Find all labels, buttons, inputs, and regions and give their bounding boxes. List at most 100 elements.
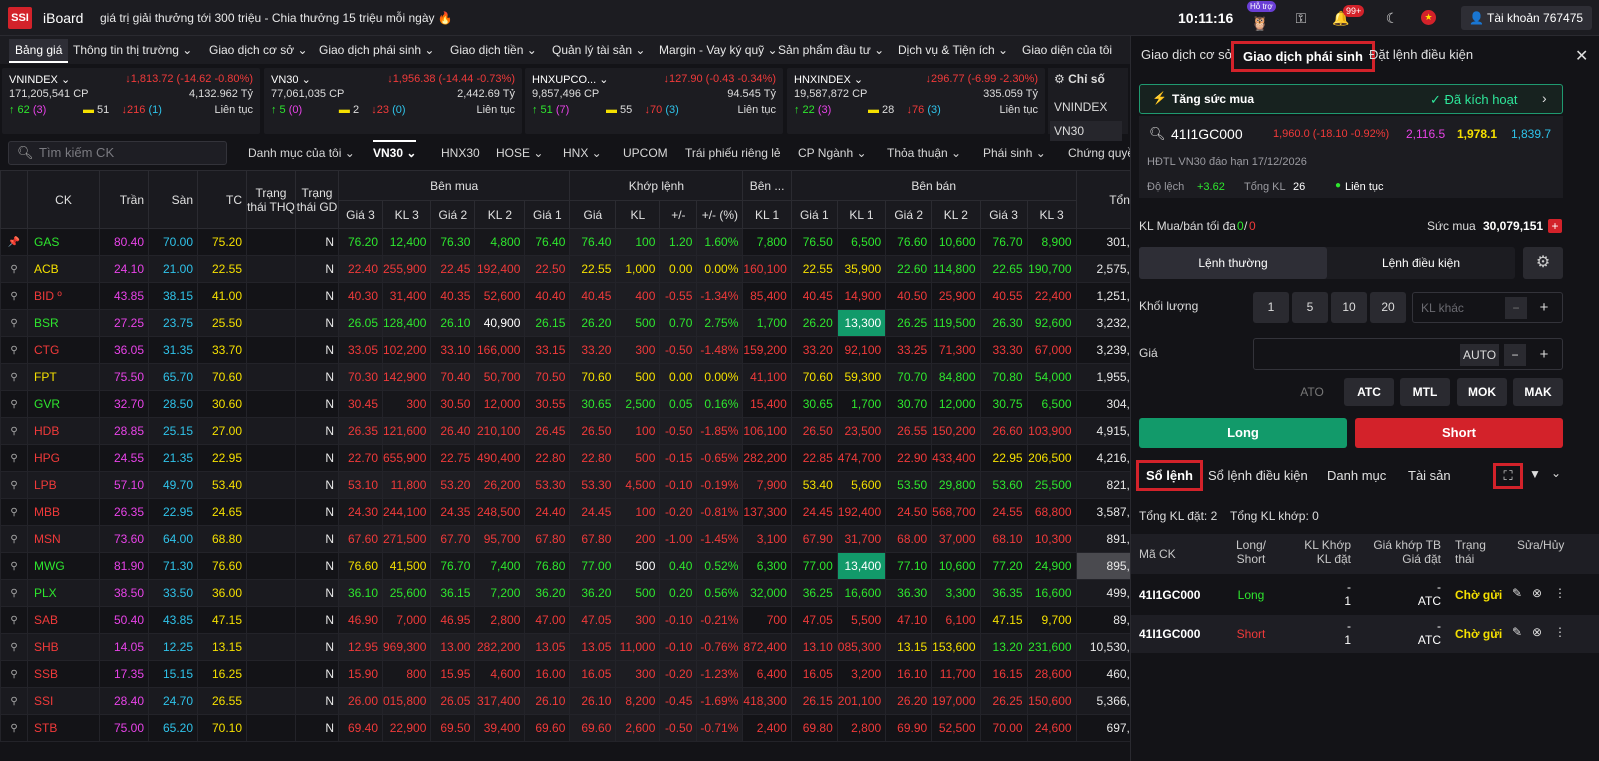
kl-other-input[interactable]: KL khác − + (1412, 292, 1563, 323)
col-san[interactable]: Sàn (148, 170, 198, 229)
tab-hnx30[interactable]: HNX30 (441, 146, 480, 160)
pin-icon[interactable]: ⚲ (0, 633, 28, 661)
cell-ck[interactable]: BID º (27, 282, 100, 310)
tab-danh-muc[interactable]: Danh mục (1327, 468, 1386, 483)
cell-ck[interactable]: SHB (27, 633, 100, 661)
menu-thong-tin-thi-truong[interactable]: Thông tin thị trường ⌄ (73, 43, 192, 57)
pin-icon[interactable]: ⚲ (0, 255, 28, 283)
index-card-hnxindex[interactable]: HNXINDEX ⌄ ↓296.77 (-6.99 -2.30%) 19,587,8… (787, 68, 1045, 134)
pin-icon[interactable]: ⚲ (0, 660, 28, 688)
table-row[interactable]: ⚲ GVR 32.70 28.50 30.60 N 30.45 300 30.50 12,000 3… (0, 390, 1142, 418)
tab-danh-muc-cua-toi[interactable]: Danh mục của tôi ⌄ (248, 146, 355, 160)
cell-ck[interactable]: FPT (27, 363, 100, 391)
expand-icon[interactable]: ⛶ (1493, 463, 1523, 489)
search-input[interactable]: 🔍︎ Tìm kiếm CK (8, 141, 227, 165)
type-mtl-button[interactable]: MTL (1400, 378, 1450, 406)
cell-ck[interactable]: SAB (27, 606, 100, 634)
menu-san-pham-dau-tu[interactable]: Sản phẩm đầu tư ⌄ (778, 43, 884, 57)
table-row[interactable]: ⚲ SSI 28.40 24.70 26.55 N 26.00 015,800 26.05 317… (0, 687, 1142, 715)
table-row[interactable]: ⚲ STB 75.00 65.20 70.10 N 69.40 22,900 69.50 39,4… (0, 714, 1142, 742)
cell-ck[interactable]: PLX (27, 579, 100, 607)
account-button[interactable]: 👤 Tài khoản 767475 (1461, 6, 1592, 30)
order-row[interactable]: 41I1GC000 Short -1 - ATC Chờ gửi ✎ ⊗ ⋮ (1131, 615, 1599, 653)
more-icon[interactable]: ⋮ (1554, 625, 1566, 639)
settings-button[interactable]: ⚙ (1523, 247, 1563, 279)
pin-icon[interactable]: ⚲ (0, 336, 28, 364)
table-row[interactable]: ⚲ FPT 75.50 65.70 70.60 N 70.30 142,900 70.40 50,… (0, 363, 1142, 391)
menu-giao-dich-co-so[interactable]: Giao dịch cơ sở ⌄ (209, 43, 308, 57)
tab-giao-dich-co-so[interactable]: Giao dịch cơ sở (1141, 47, 1233, 62)
table-row[interactable]: ⚲ ACB 24.10 21.00 22.55 N 22.40 255,900 22.45 192… (0, 255, 1142, 283)
long-button[interactable]: Long (1139, 418, 1347, 448)
chi-so-item-vn30[interactable]: VN30 (1050, 121, 1122, 141)
search-icon[interactable]: 🔍︎ (1149, 126, 1166, 142)
edit-icon[interactable]: ✎ (1512, 625, 1522, 639)
index-card-vn30[interactable]: VN30 ⌄ ↓1,956.38 (-14.44 -0.73%) 77,061,03… (264, 68, 522, 134)
tab-tai-san[interactable]: Tài sản (1408, 468, 1451, 483)
cell-ck[interactable]: HPG (27, 444, 100, 472)
edit-icon[interactable]: ✎ (1512, 586, 1522, 600)
pin-icon[interactable]: ⚲ (0, 417, 28, 445)
menu-bang-gia[interactable]: Bảng giá (9, 39, 69, 63)
table-row[interactable]: ⚲ SAB 50.40 43.85 47.15 N 46.90 7,000 46.95 2,800… (0, 606, 1142, 634)
pin-icon[interactable]: 📌 (0, 228, 28, 256)
buying-power-bar[interactable]: ⚡ Tăng sức mua ✓ Đã kích hoạt › (1139, 84, 1563, 114)
menu-quan-ly-tai-san[interactable]: Quản lý tài sản ⌄ (552, 43, 645, 57)
key-icon[interactable]: ⚿ (1291, 8, 1311, 28)
cell-ck[interactable]: MSN (27, 525, 100, 553)
type-atc-button[interactable]: ATC (1344, 378, 1394, 406)
menu-giao-dien[interactable]: Giao diện của tôi (1022, 43, 1112, 57)
pin-icon[interactable]: ⚲ (0, 309, 28, 337)
cell-ck[interactable]: SSI (27, 687, 100, 715)
qty-5-button[interactable]: 5 (1292, 292, 1328, 323)
add-buying-power-button[interactable]: + (1548, 219, 1562, 233)
table-row[interactable]: ⚲ MWG 81.90 71.30 76.60 N 76.60 41,500 76.70 7,40… (0, 552, 1142, 580)
cell-ck[interactable]: LPB (27, 471, 100, 499)
pin-icon[interactable]: ⚲ (0, 525, 28, 553)
table-row[interactable]: ⚲ BID º 43.85 38.15 41.00 N 40.30 31,400 40.35 52… (0, 282, 1142, 310)
price-input[interactable]: AUTO − + (1253, 338, 1563, 370)
table-row[interactable]: ⚲ MSN 73.60 64.00 68.80 N 67.60 271,500 67.70 95,… (0, 525, 1142, 553)
index-card-vnindex[interactable]: VNINDEX ⌄ ↓1,813.72 (-14.62 -0.80%) 171,20… (2, 68, 260, 134)
col-ck[interactable]: CK (27, 170, 100, 229)
cell-ck[interactable]: ACB (27, 255, 100, 283)
tab-dat-lenh-dieu-kien[interactable]: Đặt lệnh điều kiện (1369, 47, 1473, 62)
cancel-icon[interactable]: ⊗ (1532, 625, 1542, 639)
pin-icon[interactable]: ⚲ (0, 579, 28, 607)
table-row[interactable]: ⚲ CTG 36.05 31.35 33.70 N 33.05 102,200 33.10 166… (0, 336, 1142, 364)
menu-giao-dich-phai-sinh[interactable]: Giao dịch phái sinh ⌄ (319, 43, 434, 57)
cell-ck[interactable]: MWG (27, 552, 100, 580)
cell-ck[interactable]: STB (27, 714, 100, 742)
quote-symbol[interactable]: 41I1GC000 (1171, 126, 1243, 142)
menu-margin[interactable]: Margin - Vay ký quỹ ⌄ (659, 43, 778, 57)
pin-icon[interactable]: ⚲ (0, 498, 28, 526)
chi-so-item-vnindex[interactable]: VNINDEX (1054, 100, 1122, 114)
pin-icon[interactable]: ⚲ (0, 444, 28, 472)
table-row[interactable]: ⚲ SHB 14.05 12.25 13.15 N 12.95 969,300 13.00 282… (0, 633, 1142, 661)
minus-icon[interactable]: − (1504, 344, 1526, 366)
plus-icon[interactable]: + (1533, 297, 1555, 319)
order-row[interactable]: 41I1GC000 Long -1 - ATC Chờ gửi ✎ ⊗ ⋮ (1131, 576, 1599, 614)
table-row[interactable]: ⚲ HPG 24.55 21.35 22.95 N 22.70 655,900 22.75 490… (0, 444, 1142, 472)
table-row[interactable]: ⚲ LPB 57.10 49.70 53.40 N 53.10 11,800 53.20 26,2… (0, 471, 1142, 499)
filter-icon[interactable]: ▼ (1529, 467, 1541, 481)
tab-so-lenh[interactable]: Sổ lệnh (1136, 460, 1203, 491)
tab-lenh-thuong[interactable]: Lệnh thường (1139, 247, 1327, 279)
pin-icon[interactable]: ⚲ (0, 363, 28, 391)
promo-text[interactable]: giá trị giải thưởng tới 300 triệu - Chia… (100, 11, 435, 25)
tab-vn30[interactable]: VN30 ⌄ (373, 140, 417, 160)
pin-icon[interactable]: ⚲ (0, 390, 28, 418)
vietnam-flag-icon[interactable]: ★ (1421, 10, 1436, 25)
support-badge[interactable]: Hỗ trợ (1247, 1, 1276, 12)
promo-banner[interactable]: giá trị giải thưởng tới 300 triệu - Chia… (100, 11, 453, 25)
type-mok-button[interactable]: MOK (1457, 378, 1507, 406)
cell-ck[interactable]: GVR (27, 390, 100, 418)
tab-hose[interactable]: HOSE ⌄ (496, 146, 543, 160)
menu-dich-vu[interactable]: Dịch vụ & Tiện ích ⌄ (898, 43, 1008, 57)
pin-icon[interactable]: ⚲ (0, 282, 28, 310)
auto-button[interactable]: AUTO (1460, 344, 1500, 366)
pin-icon[interactable]: ⚲ (0, 714, 28, 742)
cell-ck[interactable]: CTG (27, 336, 100, 364)
tab-thoa-thuan[interactable]: Thỏa thuận ⌄ (887, 146, 961, 160)
tab-giao-dich-phai-sinh[interactable]: Giao dịch phái sinh (1231, 41, 1375, 72)
